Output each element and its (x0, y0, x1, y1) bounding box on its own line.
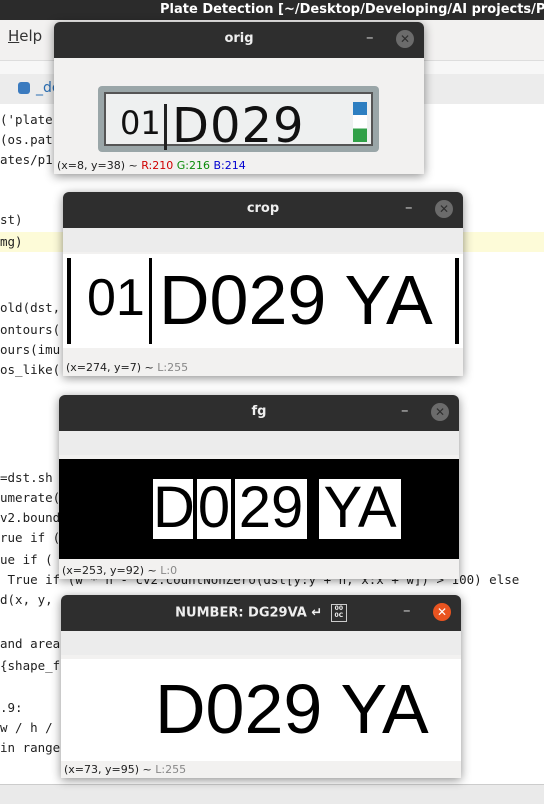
number-toolbar (61, 631, 461, 655)
orig-statusbar: (x=8, y=38) ~ R:210 G:216 B:214 (54, 157, 424, 174)
crop-title: crop (246, 201, 280, 216)
orig-status-coords: (x=8, y=38) ~ (57, 159, 142, 172)
code-line: =dst.sh (0, 470, 53, 485)
crop-toolbar (63, 228, 463, 252)
python-file-icon (18, 82, 30, 94)
number-image: D029 YA (61, 659, 461, 761)
crop-status-level: L:255 (157, 361, 189, 374)
number-plate-text: D029 YA (155, 670, 429, 748)
code-line: and area (0, 636, 61, 651)
fg-toolbar (59, 431, 459, 455)
plate-region-code: 01 (120, 104, 161, 142)
code-line: v2.bound (0, 510, 61, 525)
crop-status-coords: (x=274, y=7) ~ (66, 361, 158, 374)
fg-window[interactable]: fg – ✕ D 0 29 YA (x=253, y=92) ~ L:0 (59, 395, 459, 579)
fg-char-box: 29 (235, 479, 307, 539)
license-plate-photo: 01 D029 YA (98, 86, 379, 157)
unknown-glyph-icon: 00 0C (330, 604, 347, 622)
minimize-icon[interactable]: – (366, 28, 374, 46)
code-line: ('plate (0, 112, 53, 127)
code-line: rue if ( (0, 530, 61, 545)
number-window[interactable]: NUMBER: DG29VA ↵ 00 0C – ✕ D029 YA (x=73,… (61, 595, 461, 778)
orig-status-g: G:216 (176, 159, 210, 172)
fg-char-box: 0 (197, 475, 231, 540)
code-line: ontours( (0, 322, 61, 337)
code-line: st) (0, 212, 23, 227)
menu-help[interactable]: Help (8, 27, 42, 45)
crop-image: 01 D029 YA (63, 254, 463, 348)
close-icon[interactable]: ✕ (435, 200, 453, 218)
code-line: in range (0, 740, 61, 755)
code-line: {shape_f (0, 658, 61, 673)
close-icon[interactable]: ✕ (396, 30, 414, 48)
crop-window[interactable]: crop – ✕ 01 D029 YA (x=274, y=7) ~ L:255 (63, 192, 463, 376)
number-title-wrap: NUMBER: DG29VA ↵ 00 0C (61, 604, 461, 622)
number-statusbar: (x=73, y=95) ~ L:255 (61, 761, 461, 778)
plate-flag-icon (353, 102, 367, 142)
ide-titlebar: Plate Detection [~/Desktop/Developing/AI… (0, 0, 544, 20)
close-icon[interactable]: ✕ (431, 403, 449, 421)
minimize-icon[interactable]: – (403, 601, 411, 619)
return-icon: ↵ (311, 605, 323, 621)
fg-title: fg (251, 404, 267, 419)
orig-window[interactable]: orig – ✕ 01 D029 YA (x=8, y=38) ~ R:210 … (54, 22, 424, 174)
plate-number-text: D029 YA (172, 98, 305, 157)
orig-status-b: B:214 (213, 159, 246, 172)
fg-status-coords: (x=253, y=92) ~ (62, 564, 161, 577)
fg-statusbar: (x=253, y=92) ~ L:0 (59, 562, 459, 579)
crop-titlebar[interactable]: crop – ✕ (63, 192, 463, 228)
minimize-icon[interactable]: – (405, 198, 413, 216)
ide-statusbar (0, 784, 544, 804)
close-icon[interactable]: ✕ (433, 603, 451, 621)
number-titlebar[interactable]: NUMBER: DG29VA ↵ 00 0C – ✕ (61, 595, 461, 631)
code-line: d(x, y, (0, 592, 53, 607)
orig-status-r: R:210 (141, 159, 174, 172)
orig-titlebar[interactable]: orig – ✕ (54, 22, 424, 58)
crop-statusbar: (x=274, y=7) ~ L:255 (63, 359, 463, 376)
number-status-level: L:255 (155, 763, 187, 776)
orig-image: 01 D029 YA (54, 58, 424, 157)
code-line: w / h / (0, 720, 53, 735)
fg-image: D 0 29 YA (59, 459, 459, 559)
code-line: ue if ( (0, 552, 53, 567)
number-status-coords: (x=73, y=95) ~ (64, 763, 156, 776)
ide-window-title: Plate Detection [~/Desktop/Developing/AI… (160, 2, 544, 17)
code-line: .9: (0, 700, 23, 715)
fg-status-level: L:0 (160, 564, 178, 577)
number-title: NUMBER: DG29VA (175, 605, 307, 621)
code-line: umerate( (0, 490, 61, 505)
fg-char-box: D (153, 475, 195, 540)
code-line: os_like( (0, 362, 61, 377)
code-line: ates/p1 (0, 152, 53, 167)
minimize-icon[interactable]: – (401, 401, 409, 419)
code-line: old(dst, (0, 300, 61, 315)
crop-plate-prefix: 01 (87, 269, 145, 327)
fg-titlebar[interactable]: fg – ✕ (59, 395, 459, 431)
fg-char-box: YA (319, 479, 401, 539)
crop-plate-number: D029 YA (159, 261, 433, 339)
code-line: ours(imu (0, 342, 61, 357)
